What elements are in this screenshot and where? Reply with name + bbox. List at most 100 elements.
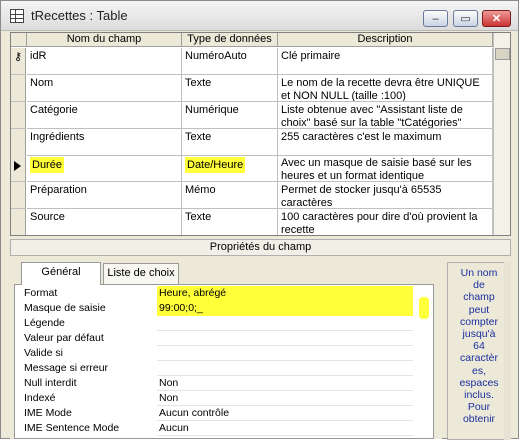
- description-cell-text: Liste obtenue avec "Assistant liste de c…: [281, 104, 463, 129]
- title-bar[interactable]: tRecettes : Table – ▭ ✕: [1, 1, 518, 31]
- row-selector[interactable]: [11, 129, 26, 156]
- field-name-cell-text: Source: [30, 211, 65, 223]
- field-name-cell-text: idR: [30, 50, 47, 62]
- property-value[interactable]: Aucun contrôle: [157, 406, 413, 421]
- field-name-cell[interactable]: idR: [27, 48, 182, 75]
- property-value[interactable]: Non: [157, 376, 413, 391]
- field-name-cell-text: Préparation: [30, 184, 87, 196]
- property-row: Valeur par défaut: [15, 331, 433, 346]
- data-type-cell[interactable]: Texte: [182, 209, 278, 235]
- field-properties-pane: Général Liste de choix Format Heure, abré…: [10, 259, 442, 439]
- data-type-cell-text: Texte: [185, 211, 212, 223]
- property-label: Valeur par défaut: [24, 332, 104, 344]
- table-icon: [10, 9, 24, 23]
- help-text-line: espaces: [459, 376, 499, 389]
- property-row: Message si erreur: [15, 361, 433, 376]
- description-cell[interactable]: Permet de stocker jusqu'à 65535 caractèr…: [278, 182, 493, 209]
- window-title: tRecettes : Table: [31, 8, 128, 23]
- description-cell[interactable]: Avec un masque de saisie basé sur les he…: [278, 155, 493, 182]
- property-row: IME Sentence Mode Aucun: [15, 421, 433, 436]
- property-row: IME Mode Aucun contrôle: [15, 406, 433, 421]
- field-name-cell[interactable]: Nom: [27, 75, 182, 102]
- description-cell[interactable]: Liste obtenue avec "Assistant liste de c…: [278, 102, 493, 129]
- maximize-button[interactable]: ▭: [453, 10, 478, 27]
- property-value[interactable]: Aucun: [157, 421, 413, 436]
- data-type-cell-text: Texte: [185, 131, 212, 143]
- close-button[interactable]: ✕: [482, 10, 511, 27]
- minimize-button[interactable]: –: [423, 10, 448, 27]
- data-type-cell[interactable]: Texte: [182, 129, 278, 156]
- property-sheet: Format Heure, abrégé Masque de saisie 99:00…: [14, 284, 434, 439]
- field-name-cell[interactable]: Source: [27, 209, 182, 235]
- key-icon: ⚷: [14, 51, 23, 63]
- property-label: Null interdit: [24, 377, 77, 389]
- corner-header[interactable]: [11, 33, 27, 47]
- header-field-name[interactable]: Nom du champ: [27, 33, 182, 47]
- field-name-cell[interactable]: Catégorie: [27, 102, 182, 129]
- table-design-window: tRecettes : Table – ▭ ✕ Nom du champ Typ…: [0, 0, 519, 440]
- data-type-cell[interactable]: NuméroAuto: [182, 48, 278, 75]
- header-description[interactable]: Description: [278, 33, 493, 47]
- scroll-thumb[interactable]: [495, 48, 510, 60]
- description-cell[interactable]: Le nom de la recette devra être UNIQUE e…: [278, 75, 493, 102]
- help-text-line: jusqu'à: [462, 328, 496, 341]
- tab-general[interactable]: Général: [21, 262, 101, 285]
- help-text-line: de: [473, 279, 485, 292]
- property-value[interactable]: [157, 316, 413, 331]
- row-selector[interactable]: [11, 155, 26, 182]
- help-text-line: Pour: [467, 401, 491, 414]
- header-data-type[interactable]: Type de données: [182, 33, 278, 47]
- property-row: Indexé Non: [15, 391, 433, 406]
- description-cell-text: Clé primaire: [281, 50, 341, 62]
- help-text-line: compter: [460, 315, 498, 328]
- property-value[interactable]: Heure, abrégé: [157, 286, 413, 301]
- row-selector[interactable]: [11, 182, 26, 209]
- data-type-cell[interactable]: Numérique: [182, 102, 278, 129]
- field-name-cell-text: Durée: [30, 157, 64, 173]
- field-name-cell[interactable]: Ingrédients: [27, 129, 182, 156]
- row-selector[interactable]: ⚷: [11, 48, 26, 75]
- field-name-cell[interactable]: Préparation: [27, 182, 182, 209]
- field-name-cell-text: Ingrédients: [30, 131, 85, 143]
- property-label: Valide si: [24, 347, 63, 359]
- property-label: Masque de saisie: [24, 302, 106, 314]
- row-selector[interactable]: [11, 102, 26, 129]
- data-type-cell[interactable]: Mémo: [182, 182, 278, 209]
- tab-lookup[interactable]: Liste de choix: [103, 263, 179, 284]
- data-type-cell-text: NuméroAuto: [185, 50, 247, 62]
- property-label: IME Sentence Mode: [24, 422, 120, 434]
- help-text-line: obtenir: [462, 413, 496, 426]
- description-cell[interactable]: 100 caractères pour dire d'où provient l…: [278, 209, 493, 236]
- data-type-cell[interactable]: Date/Heure: [182, 155, 278, 182]
- row-selector[interactable]: [11, 75, 26, 102]
- help-text-line: inclus.: [464, 389, 494, 402]
- grid-vertical-scrollbar[interactable]: [493, 33, 510, 235]
- property-value[interactable]: 99:00;0;_: [157, 301, 413, 316]
- property-row: Valide si: [15, 346, 433, 361]
- description-cell-text: 100 caractères pour dire d'où provient l…: [281, 211, 478, 236]
- row-pointer-icon: [14, 161, 21, 171]
- property-row: Masque de saisie 99:00;0;_: [15, 301, 433, 316]
- data-type-cell[interactable]: Texte: [182, 75, 278, 102]
- description-cell-text: Permet de stocker jusqu'à 65535 caractèr…: [281, 184, 442, 209]
- description-cell[interactable]: Clé primaire: [278, 48, 493, 75]
- description-cell[interactable]: 255 caractères c'est le maximum: [278, 129, 493, 156]
- data-type-cell-text: Mémo: [185, 184, 216, 196]
- field-name-cell-text: Catégorie: [30, 104, 78, 116]
- property-row: Null interdit Non: [15, 376, 433, 391]
- property-value[interactable]: [157, 346, 413, 361]
- row-selector[interactable]: [11, 209, 26, 235]
- highlight-mark: [419, 297, 429, 319]
- help-panel: Un nom de champ peut compter jusqu'à 64 caractè…: [447, 262, 511, 440]
- description-cell-text: 255 caractères c'est le maximum: [281, 131, 442, 143]
- property-value[interactable]: [157, 331, 413, 346]
- data-type-cell-text: Texte: [185, 77, 212, 89]
- property-label: Message si erreur: [24, 362, 109, 374]
- help-text-line: champ: [463, 291, 495, 304]
- help-scrollbar[interactable]: [504, 262, 511, 440]
- property-row: Légende: [15, 316, 433, 331]
- data-type-cell-text: Numérique: [185, 104, 239, 116]
- property-value[interactable]: [157, 361, 413, 376]
- field-name-cell[interactable]: Durée: [27, 155, 182, 182]
- property-value[interactable]: Non: [157, 391, 413, 406]
